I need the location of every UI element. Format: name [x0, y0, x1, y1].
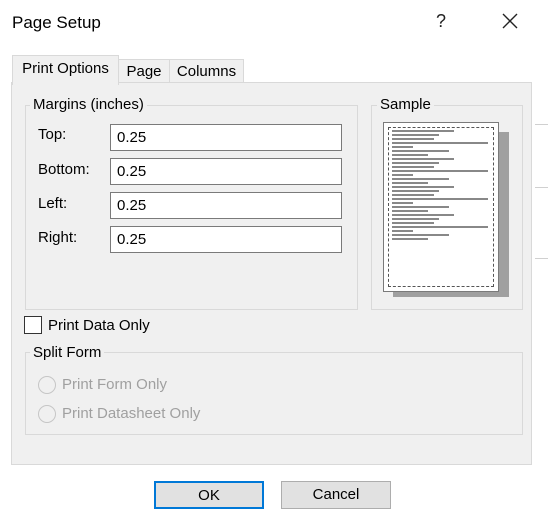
- background-line: [535, 258, 548, 259]
- print-form-only-radio[interactable]: [38, 376, 56, 394]
- window-title: Page Setup: [12, 13, 101, 32]
- right-margin-input[interactable]: 0.25: [110, 226, 342, 253]
- bottom-margin-input[interactable]: 0.25: [110, 158, 342, 185]
- background-line: [535, 124, 548, 125]
- top-margin-input[interactable]: 0.25: [110, 124, 342, 151]
- print-form-only-label: Print Form Only: [62, 376, 168, 393]
- cancel-button[interactable]: Cancel: [281, 481, 391, 509]
- sample-legend: Sample: [377, 96, 434, 113]
- sample-page-preview: [383, 122, 499, 292]
- split-form-legend: Split Form: [30, 344, 105, 361]
- print-data-only-checkbox[interactable]: [24, 316, 42, 334]
- sample-page-content: [388, 127, 494, 287]
- ok-button[interactable]: OK: [154, 481, 264, 509]
- right-label: Right:: [38, 229, 78, 246]
- tab-columns[interactable]: Columns: [169, 59, 244, 84]
- print-datasheet-only-label: Print Datasheet Only: [62, 405, 201, 422]
- tab-print-options[interactable]: Print Options: [12, 55, 119, 85]
- left-margin-input[interactable]: 0.25: [110, 192, 342, 219]
- print-datasheet-only-radio[interactable]: [38, 405, 56, 423]
- top-label: Top:: [38, 126, 67, 143]
- print-data-only-label: Print Data Only: [48, 317, 150, 334]
- background-line: [535, 187, 548, 188]
- margins-legend: Margins (inches): [30, 96, 147, 113]
- bottom-label: Bottom:: [38, 161, 90, 178]
- help-icon[interactable]: ?: [426, 6, 456, 36]
- left-label: Left:: [38, 195, 68, 212]
- split-form-group: [25, 352, 523, 435]
- close-icon[interactable]: [495, 6, 525, 36]
- tab-page[interactable]: Page: [118, 59, 170, 84]
